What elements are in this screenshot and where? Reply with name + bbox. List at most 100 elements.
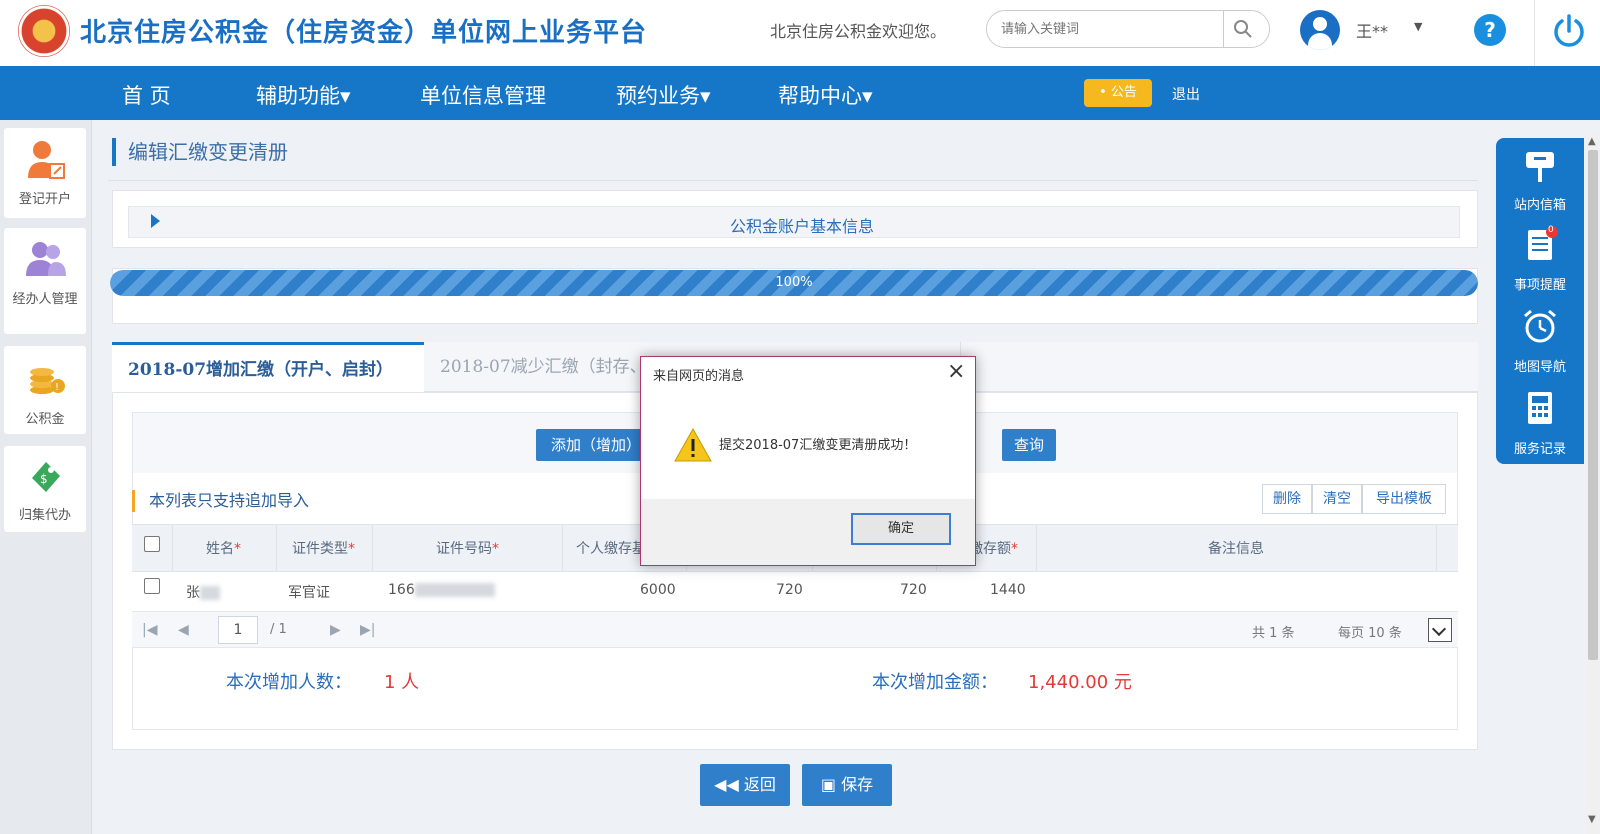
sidebar-item-fund[interactable]: ! 公积金 [4,346,86,434]
user-menu-caret-icon[interactable]: ▼ [1414,20,1422,33]
save-button-label: 保存 [841,775,874,794]
help-icon[interactable]: ? [1474,14,1506,46]
ok-button[interactable]: 确定 [851,513,951,545]
query-button[interactable]: 查询 [1002,429,1056,461]
sidebar-right-records[interactable]: 服务记录 [1496,386,1584,462]
back-button[interactable]: ◀◀ 返回 [700,764,790,806]
page-title: 编辑汇缴变更清册 [112,138,288,166]
coins-icon: ! [30,368,65,394]
sidebar-right-map[interactable]: 地图导航 [1496,304,1584,380]
sidebar-item-label: 登记开户 [18,192,71,207]
count-label: 本次增加人数： [226,672,352,693]
per-page-text: 每页 10 条 [1338,626,1402,641]
search-box [986,10,1270,48]
expand-arrow-icon[interactable] [151,214,160,228]
clear-button[interactable]: 清空 [1312,484,1362,514]
warning-icon [674,427,712,462]
reminder-count-badge: 0 [1548,225,1554,235]
next-page-icon[interactable]: ▶ [330,622,341,638]
scrollbar-thumb[interactable] [1588,150,1598,660]
sidebar-right-label: 事项提醒 [1513,278,1566,293]
calculator-icon [1528,392,1552,424]
sidebar-right-reminder[interactable]: 0 事项提醒 [1496,222,1584,298]
sidebar-right-label: 地图导航 [1513,360,1566,375]
header-divider [1534,0,1535,66]
nav-home[interactable]: 首 页 [122,80,171,110]
cell-total: 1440 [990,582,1026,598]
tab-increase[interactable]: 2018-07增加汇缴（开户、启封） [112,342,424,393]
search-divider [1223,11,1224,47]
sidebar-item-collection[interactable]: $ 归集代办 [4,446,86,532]
redacted-mask [200,586,220,600]
progress-text: 100% [775,275,813,290]
save-button[interactable]: ▣ 保存 [802,764,892,806]
mailbox-icon [1526,152,1554,182]
export-template-button[interactable]: 导出模板 [1362,484,1446,514]
sidebar-item-label: 归集代办 [18,508,71,523]
message-dialog: 来自网页的消息 × 提交2018-07汇缴变更清册成功！ 确定 [640,356,976,566]
sidebar-item-register[interactable]: 登记开户 [4,128,86,218]
people-icon [26,242,66,276]
nav-unit-info[interactable]: 单位信息管理 [420,80,546,110]
power-icon[interactable] [1550,12,1588,50]
person-edit-icon [28,141,65,179]
column-header: 证件类型* [292,541,355,557]
cell-name: 张 [186,582,220,602]
user-avatar-icon[interactable] [1300,10,1340,50]
column-header: *月缴存额 [976,538,1018,558]
first-page-icon[interactable]: |◀ [142,622,157,638]
count-value: 1 人 [384,672,420,693]
logout-link[interactable]: 退出 [1172,84,1200,104]
search-input[interactable] [1001,19,1201,39]
cell-id-number-text: 166 [388,582,415,598]
column-header: 证件号码* [436,541,499,557]
column-header-label: 姓名 [206,541,234,557]
cell-base: 6000 [640,582,676,598]
per-page-select[interactable] [1428,618,1452,642]
cell-id-type: 军官证 [288,585,330,601]
select-all-checkbox[interactable] [144,536,160,552]
nav-help-center[interactable]: 帮助中心▾ [778,80,873,110]
top-header: 北京住房公积金（住房资金）单位网上业务平台 北京住房公积金欢迎您。 王** ▼ … [0,0,1600,66]
total-pages: / 1 [270,622,287,637]
sidebar-right-mailbox[interactable]: 站内信箱 [1496,144,1584,216]
close-icon[interactable]: × [947,359,965,384]
column-header-label: 月缴存额 [976,541,1011,557]
column-header-label: 证件类型 [292,541,348,557]
sidebar-item-handler[interactable]: 经办人管理 [4,228,86,334]
title-divider [108,180,1478,181]
dialog-message: 提交2018-07汇缴变更清册成功！ [719,438,917,453]
nav-appointment[interactable]: 预约业务▾ [616,80,711,110]
main-nav: 首 页 辅助功能▾ 单位信息管理 预约业务▾ 帮助中心▾ • 公告 退出 [0,66,1600,120]
sidebar-item-label: 经办人管理 [12,292,78,307]
svg-text:$: $ [40,472,48,486]
dialog-title: 来自网页的消息 [653,369,745,384]
cell-unit-amount: 720 [776,582,803,598]
amount-label: 本次增加金额： [872,672,998,693]
last-page-icon[interactable]: ▶| [360,622,375,638]
column-header: 个人缴存基数 [576,541,642,557]
alarm-clock-icon [1524,309,1556,343]
redacted-mask [414,583,495,597]
page-number-input[interactable]: 1 [218,616,258,644]
svg-text:!: ! [55,382,59,393]
cell-personal-amount: 720 [900,582,927,598]
column-header: 备注信息 [1208,541,1264,557]
list-note: 本列表只支持追加导入 [132,490,309,512]
sidebar-right-label: 站内信箱 [1513,198,1566,213]
cell-name-text: 张 [186,585,200,601]
delete-button[interactable]: 删除 [1262,484,1312,514]
save-icon: ▣ [820,775,842,794]
row-checkbox[interactable] [144,578,160,594]
scroll-down-icon[interactable]: ▼ [1588,814,1596,825]
column-header-label: 证件号码 [436,541,492,557]
username[interactable]: 王** [1356,18,1388,42]
money-tag-icon: $ [32,462,60,492]
nav-assist-functions[interactable]: 辅助功能▾ [256,80,351,110]
prev-page-icon[interactable]: ◀ [178,622,189,638]
site-title: 北京住房公积金（住房资金）单位网上业务平台 [80,18,648,48]
notice-badge[interactable]: • 公告 [1084,79,1152,107]
search-icon[interactable] [1233,19,1253,39]
back-button-label: 返回 [743,775,776,794]
scroll-up-icon[interactable]: ▲ [1588,136,1596,147]
